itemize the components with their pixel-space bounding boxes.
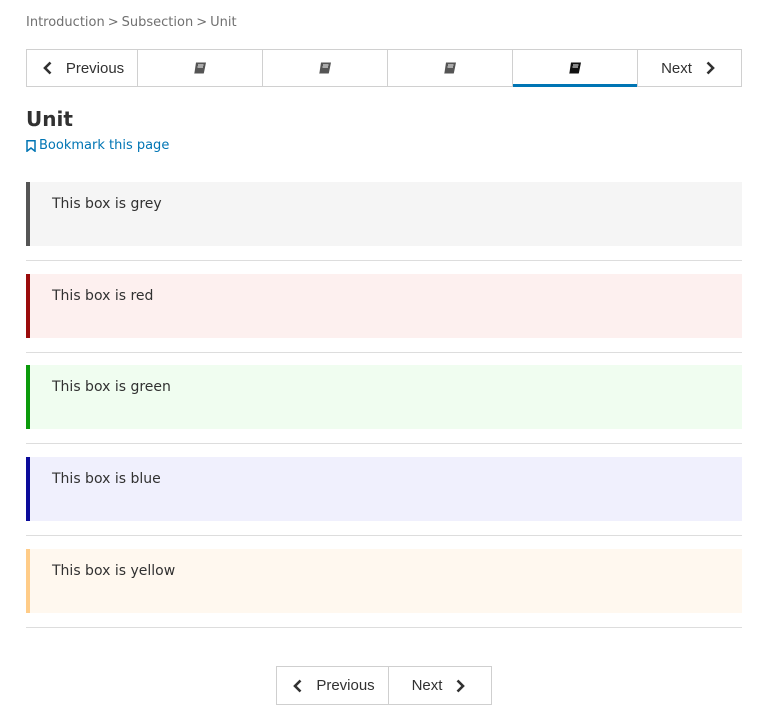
breadcrumb-subsection[interactable]: Subsection [122,15,194,30]
bottom-navigation: Previous Next [276,666,492,705]
previous-label: Previous [316,677,375,694]
sequence-navigation: Previous Next [26,49,742,87]
breadcrumb-introduction[interactable]: Introduction [26,15,105,30]
book-icon [194,62,206,74]
divider [26,352,742,353]
red-box: This box is red [26,274,742,338]
previous-label: Previous [65,59,125,77]
book-icon [319,62,331,74]
yellow-box: This box is yellow [26,549,742,613]
unit-tab-3[interactable] [388,50,513,86]
chevron-right-icon [457,679,466,692]
breadcrumb-separator: > [196,15,208,30]
book-icon [444,62,456,74]
bookmark-icon [26,139,36,152]
bottom-next-button[interactable]: Next [389,667,491,704]
next-label: Next [661,59,692,77]
breadcrumb-unit: Unit [210,15,237,30]
blue-box: This box is blue [26,457,742,521]
bookmark-label: Bookmark this page [39,138,170,153]
unit-title: Unit [26,107,73,131]
breadcrumb-separator: > [107,15,119,30]
chevron-right-icon [706,61,715,75]
unit-tab-4-active[interactable] [513,50,638,87]
next-button[interactable]: Next [638,50,741,86]
green-box: This box is green [26,365,742,429]
bookmark-button[interactable]: Bookmark this page [26,138,169,153]
next-label: Next [411,677,443,694]
box-text: This box is green [52,379,171,395]
book-icon [569,62,581,74]
chevron-left-icon [42,61,52,75]
box-text: This box is grey [52,196,162,212]
grey-box: This box is grey [26,182,742,246]
divider [26,535,742,536]
box-text: This box is red [52,288,154,304]
unit-tab-1[interactable] [138,50,263,86]
divider [26,443,742,444]
previous-button[interactable]: Previous [27,50,138,86]
box-text: This box is yellow [52,563,176,579]
divider [26,627,742,628]
chevron-left-icon [293,679,302,692]
bottom-previous-button[interactable]: Previous [277,667,389,704]
box-text: This box is blue [52,471,161,487]
unit-tab-2[interactable] [263,50,388,86]
breadcrumb: Introduction > Subsection > Unit [26,15,237,30]
divider [26,260,742,261]
